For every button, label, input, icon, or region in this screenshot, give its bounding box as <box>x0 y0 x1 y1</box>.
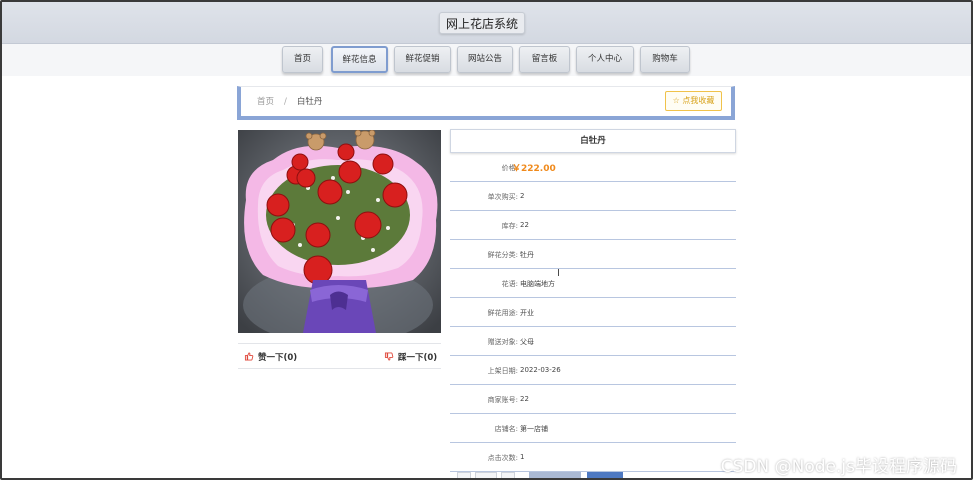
product-detail-table: 白牡丹 价格: ￥222.00 单次购买: 2 库存: 22 鲜花分类: 牡丹 … <box>450 129 736 472</box>
main-nav: 首页 鲜花信息 鲜花促销 网站公告 留言板 个人中心 购物车 <box>2 44 971 76</box>
nav-item-flower-info[interactable]: 鲜花信息 <box>331 46 388 73</box>
nav-item-home[interactable]: 首页 <box>282 46 323 73</box>
browser-frame: 网上花店系统 首页 鲜花信息 鲜花促销 网站公告 留言板 个人中心 购物车 首页… <box>0 0 973 480</box>
detail-label: 赠送对象: <box>487 338 518 346</box>
detail-row-click-count: 点击次数: 1 <box>450 443 736 472</box>
detail-row-price: 价格: ￥222.00 <box>450 153 736 182</box>
dislike-label: 踩一下(0) <box>398 353 438 363</box>
breadcrumb-panel: 首页 / 白牡丹 ☆ 点我收藏 <box>237 86 735 120</box>
site-header: 网上花店系统 <box>2 2 971 44</box>
bouquet-illustration <box>238 130 441 333</box>
detail-row-category: 鲜花分类: 牡丹 <box>450 240 736 269</box>
quantity-decrease-button[interactable] <box>457 472 471 478</box>
detail-value: 父母 <box>520 338 534 346</box>
product-image <box>238 130 441 333</box>
detail-row-listing-date: 上架日期: 2022-03-26 <box>450 356 736 385</box>
detail-row-recipient: 赠送对象: 父母 <box>450 327 736 356</box>
breadcrumb: 首页 / 白牡丹 <box>257 95 322 107</box>
detail-value: 2022-03-26 <box>520 366 561 374</box>
detail-label: 上架日期: <box>487 367 518 375</box>
detail-label: 库存: <box>501 222 518 230</box>
breadcrumb-current: 白牡丹 <box>296 97 323 107</box>
site-title: 网上花店系统 <box>439 12 526 34</box>
detail-row-usage: 鲜花用途: 开业 <box>450 298 736 327</box>
detail-row-stock: 库存: 22 <box>450 211 736 240</box>
detail-value: 开业 <box>520 309 534 317</box>
nav-item-announcements[interactable]: 网站公告 <box>457 46 513 73</box>
favorite-button[interactable]: ☆ 点我收藏 <box>665 91 722 111</box>
vote-bar: 赞一下(0) 踩一下(0) <box>238 343 441 369</box>
breadcrumb-home[interactable]: 首页 <box>257 97 274 107</box>
nav-item-message-board[interactable]: 留言板 <box>519 46 570 73</box>
text-cursor-icon: I <box>557 268 560 279</box>
breadcrumb-separator: / <box>284 97 287 107</box>
quantity-input[interactable] <box>475 472 497 478</box>
thumbs-down-icon <box>384 352 394 361</box>
detail-label: 花语: <box>501 280 518 288</box>
thumbs-up-icon <box>244 352 254 361</box>
detail-value: 22 <box>520 221 529 229</box>
detail-label: 点击次数: <box>487 454 518 462</box>
detail-label: 鲜花用途: <box>487 309 518 317</box>
nav-item-personal-center[interactable]: 个人中心 <box>576 46 634 73</box>
detail-value: 22 <box>520 395 529 403</box>
detail-label: 单次购买: <box>487 193 518 201</box>
detail-value: 2 <box>520 192 525 200</box>
quantity-increase-button[interactable] <box>501 472 515 478</box>
detail-row-merchant-account: 商家账号: 22 <box>450 385 736 414</box>
detail-row-flower-language: 花语: 电脑端地方 <box>450 269 736 298</box>
detail-row-single-purchase: 单次购买: 2 <box>450 182 736 211</box>
detail-label: 鲜花分类: <box>487 251 518 259</box>
dislike-button[interactable]: 踩一下(0) <box>384 351 437 363</box>
add-to-cart-button[interactable] <box>529 472 581 478</box>
detail-label: 商家账号: <box>487 396 518 404</box>
buy-now-button[interactable] <box>587 472 623 478</box>
product-title: 白牡丹 <box>450 129 736 153</box>
detail-label: 店铺名: <box>494 425 518 433</box>
nav-item-cart[interactable]: 购物车 <box>640 46 690 73</box>
price-value: ￥222.00 <box>512 164 556 174</box>
detail-value: 1 <box>520 453 525 461</box>
like-label: 赞一下(0) <box>258 353 298 363</box>
like-button[interactable]: 赞一下(0) <box>244 351 297 363</box>
detail-value: 第一店铺 <box>520 425 548 433</box>
detail-value: 电脑端地方 <box>520 280 555 288</box>
nav-item-flower-promo[interactable]: 鲜花促销 <box>394 46 451 73</box>
detail-value: 牡丹 <box>520 251 534 259</box>
detail-row-shop-name: 店铺名: 第一店铺 <box>450 414 736 443</box>
watermark: CSDN @Node.js毕设程序源码 <box>720 457 957 477</box>
